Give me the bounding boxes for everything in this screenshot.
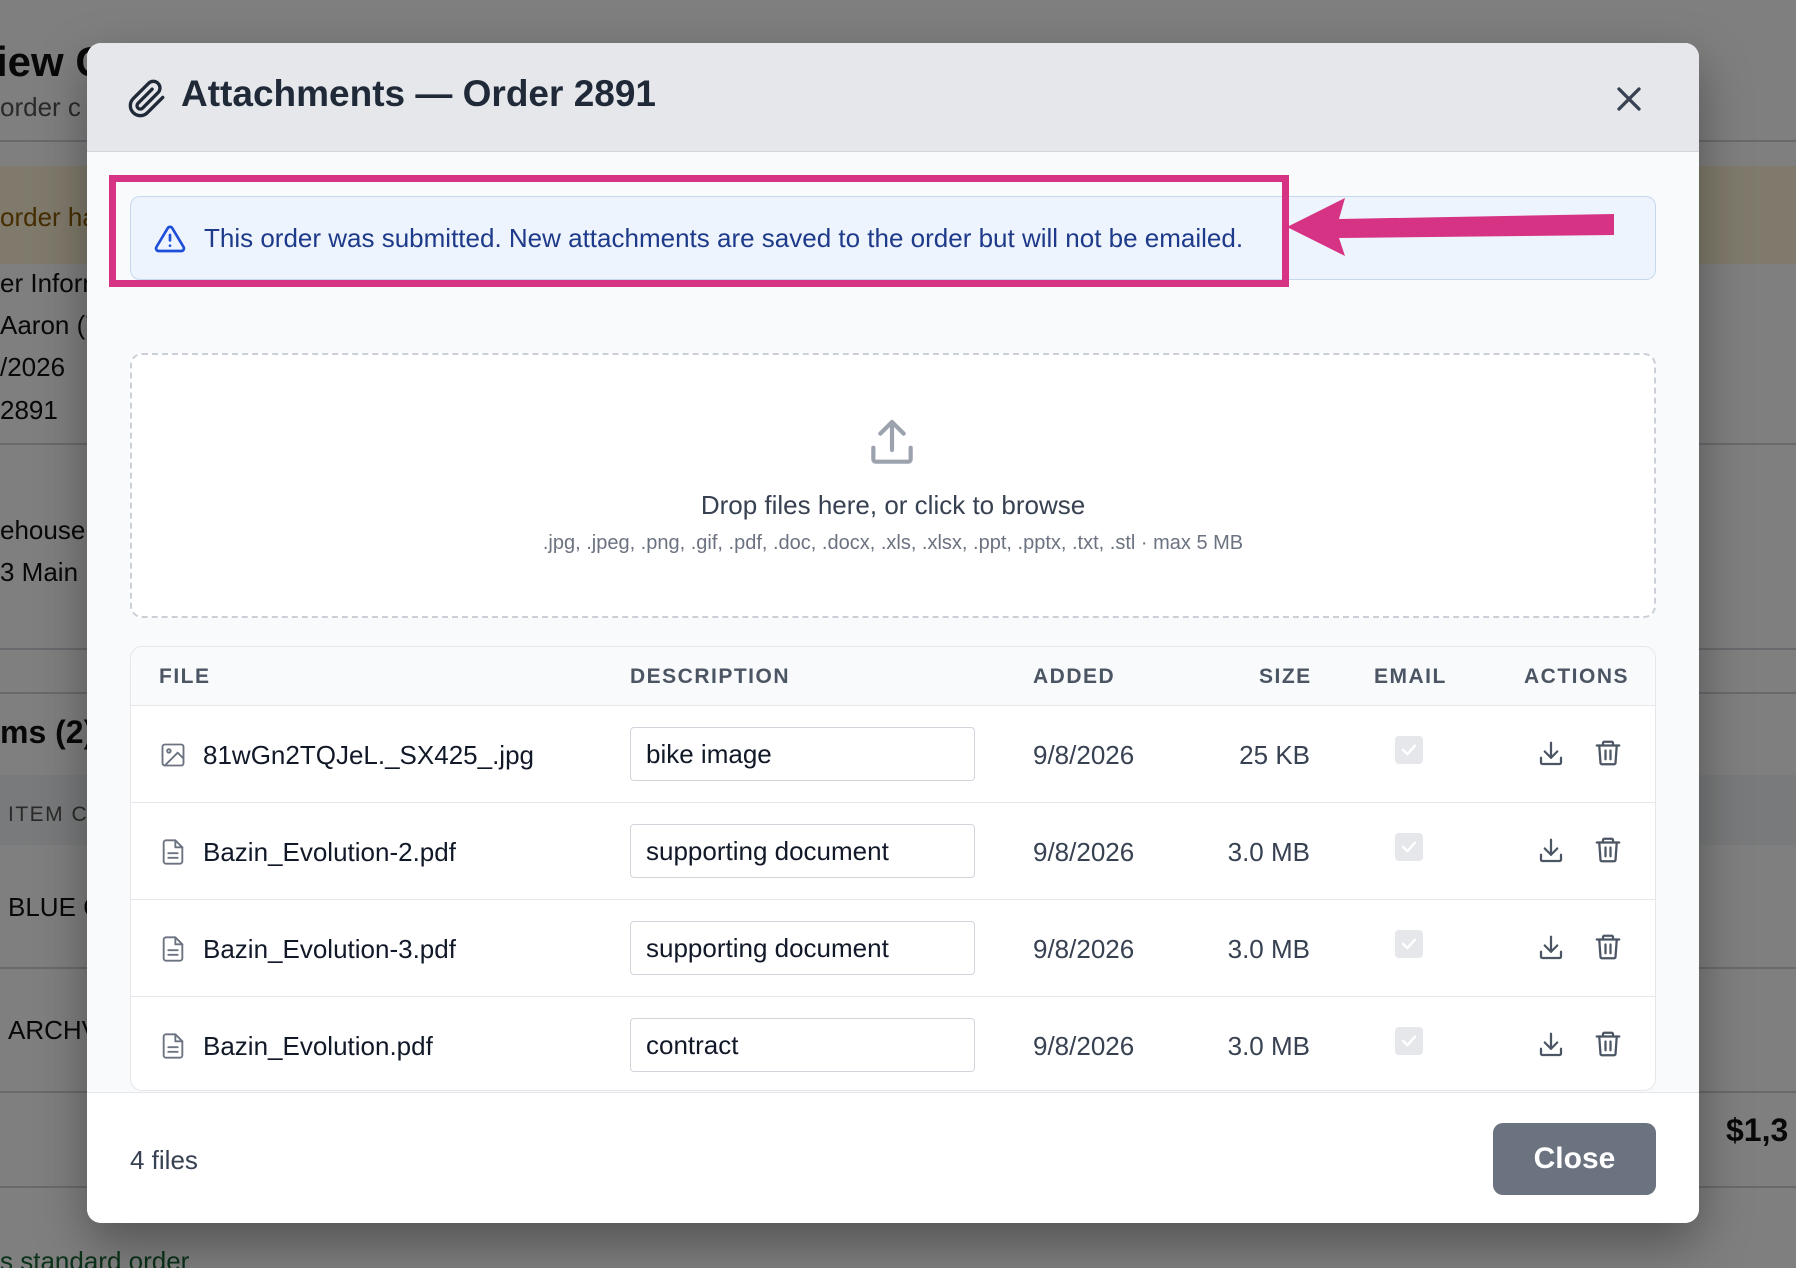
attachments-modal: Attachments — Order 2891 This order was …	[87, 43, 1699, 1223]
dropzone-title: Drop files here, or click to browse	[700, 490, 1086, 520]
file-dropzone[interactable]: Drop files here, or click to browse .jpg…	[130, 353, 1656, 618]
added-date: 9/8/2026	[1033, 1031, 1135, 1061]
description-input[interactable]	[630, 824, 975, 878]
upload-icon	[871, 419, 913, 464]
trash-icon[interactable]	[1593, 835, 1623, 865]
document-icon	[162, 936, 184, 962]
file-name[interactable]: 81wGn2TQJeL._SX425_.jpg	[203, 740, 534, 771]
added-date: 9/8/2026	[1033, 740, 1135, 770]
download-icon[interactable]	[1536, 1030, 1566, 1060]
table-row: Bazin_Evolution.pdf 9/8/2026 3.0 MB	[131, 997, 1655, 1090]
paperclip-icon	[128, 79, 165, 118]
description-input[interactable]	[630, 921, 975, 975]
description-input[interactable]	[630, 1018, 975, 1072]
file-size: 3.0 MB	[1227, 837, 1310, 867]
modal-title: Attachments — Order 2891	[181, 73, 657, 114]
document-icon	[162, 839, 184, 865]
table-row: Bazin_Evolution-3.pdf 9/8/2026 3.0 MB	[131, 900, 1655, 997]
file-name[interactable]: Bazin_Evolution.pdf	[203, 1031, 433, 1062]
file-count: 4 files	[130, 1145, 198, 1175]
annotation-arrow-icon	[1287, 198, 1614, 256]
file-size: 25 KB	[1239, 740, 1310, 770]
added-date: 9/8/2026	[1033, 934, 1135, 964]
attachments-table: FILE DESCRIPTION ADDED SIZE EMAIL ACTION…	[130, 646, 1656, 1091]
modal-header: Attachments — Order 2891	[87, 43, 1699, 152]
image-icon	[161, 743, 185, 767]
email-checkbox[interactable]	[1395, 930, 1423, 958]
check-icon	[1401, 744, 1417, 756]
email-checkbox[interactable]	[1395, 736, 1423, 764]
check-icon	[1401, 1035, 1417, 1047]
added-date: 9/8/2026	[1033, 837, 1135, 867]
download-icon[interactable]	[1536, 933, 1566, 963]
annotation-highlight-box	[109, 175, 1289, 287]
document-icon	[162, 1033, 184, 1059]
email-checkbox[interactable]	[1395, 833, 1423, 861]
check-icon	[1401, 841, 1417, 853]
download-icon[interactable]	[1536, 836, 1566, 866]
file-size: 3.0 MB	[1227, 934, 1310, 964]
column-header-file: FILE	[159, 665, 211, 688]
column-header-email: EMAIL	[1374, 665, 1447, 688]
close-icon[interactable]	[1609, 79, 1649, 119]
column-header-added: ADDED	[1033, 665, 1116, 688]
dropzone-allowed-types: .jpg, .jpeg, .png, .gif, .pdf, .doc, .do…	[542, 532, 1244, 554]
trash-icon[interactable]	[1593, 932, 1623, 962]
email-checkbox[interactable]	[1395, 1027, 1423, 1055]
file-name[interactable]: Bazin_Evolution-2.pdf	[203, 837, 456, 868]
column-header-actions: ACTIONS	[1524, 665, 1629, 688]
check-icon	[1401, 938, 1417, 950]
table-row: 81wGn2TQJeL._SX425_.jpg 9/8/2026 25 KB	[131, 706, 1655, 803]
trash-icon[interactable]	[1593, 738, 1623, 768]
table-row: Bazin_Evolution-2.pdf 9/8/2026 3.0 MB	[131, 803, 1655, 900]
file-name[interactable]: Bazin_Evolution-3.pdf	[203, 934, 456, 965]
close-button[interactable]: Close	[1493, 1123, 1656, 1195]
description-input[interactable]	[630, 727, 975, 781]
file-size: 3.0 MB	[1227, 1031, 1310, 1061]
trash-icon[interactable]	[1593, 1029, 1623, 1059]
download-icon[interactable]	[1536, 739, 1566, 769]
column-header-size: SIZE	[1259, 665, 1312, 688]
modal-footer: 4 files Close	[87, 1092, 1699, 1223]
table-header: FILE DESCRIPTION ADDED SIZE EMAIL ACTION…	[131, 647, 1655, 706]
column-header-description: DESCRIPTION	[630, 665, 791, 688]
modal-body: This order was submitted. New attachment…	[87, 152, 1699, 1092]
